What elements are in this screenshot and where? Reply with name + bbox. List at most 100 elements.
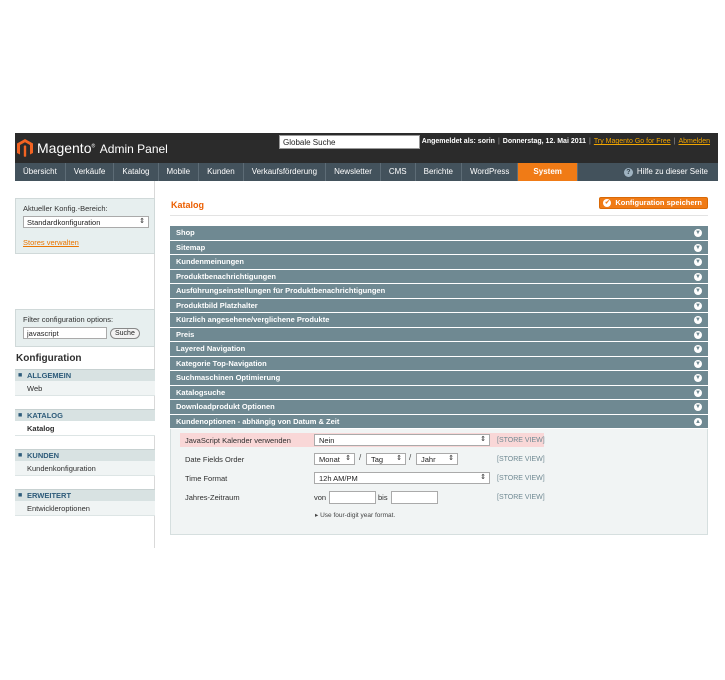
- logo-suffix: Admin Panel: [99, 142, 168, 156]
- scope-select-value: Standardkonfiguration: [27, 218, 101, 227]
- year-to-input[interactable]: [391, 491, 438, 504]
- config-item-entwickleroptionen[interactable]: Entwickleroptionen: [15, 501, 155, 516]
- date-month-value: Monat: [319, 455, 340, 464]
- group-preis[interactable]: Preis ▼: [170, 327, 708, 342]
- date-year-value: Jahr: [421, 455, 436, 464]
- group-shop[interactable]: Shop ▼: [170, 226, 708, 241]
- scope-tag: [STORE VIEW]: [497, 455, 545, 463]
- config-item-kundenkonfiguration[interactable]: Kundenkonfiguration: [15, 461, 155, 476]
- select-arrows-icon: ⇕: [480, 436, 486, 443]
- group-kuerzlich-angesehene[interactable]: Kürzlich angesehene/verglichene Produkte…: [170, 313, 708, 328]
- date-day-select[interactable]: Tag ⇕: [366, 453, 406, 465]
- save-config-button[interactable]: ✔ Konfiguration speichern: [599, 197, 708, 209]
- nav-item-verkaufsfoerderung[interactable]: Verkaufsförderung: [244, 163, 327, 181]
- expand-icon: ▼: [694, 229, 702, 237]
- scope-switcher: Aktueller Konfig.-Bereich: Standardkonfi…: [15, 198, 155, 254]
- group-label: Kürzlich angesehene/verglichene Produkte: [176, 315, 330, 324]
- group-suchmaschinen-optimierung[interactable]: Suchmaschinen Optimierung ▼: [170, 371, 708, 386]
- expand-icon: ▼: [694, 359, 702, 368]
- group-downloadprodukt-optionen[interactable]: Downloadprodukt Optionen ▼: [170, 400, 708, 415]
- nav-item-uebersicht[interactable]: Übersicht: [15, 163, 66, 181]
- date-order-label: Date Fields Order: [185, 454, 245, 464]
- nav-item-wordpress[interactable]: WordPress: [462, 163, 519, 181]
- config-section-allgemein: ■ ALLGEMEIN Web: [15, 369, 155, 396]
- admin-app: Magento® Admin Panel Angemeldet als: sor…: [15, 133, 718, 548]
- separator: |: [673, 138, 676, 145]
- group-label: Kundenoptionen - abhängig von Datum & Ze…: [176, 416, 340, 426]
- select-arrows-icon: ⇕: [480, 474, 486, 481]
- nav-item-katalog[interactable]: Katalog: [114, 163, 159, 181]
- nav-item-mobile[interactable]: Mobile: [159, 163, 200, 181]
- select-arrows-icon: ⇕: [448, 455, 454, 462]
- section-head: ■ KUNDEN: [15, 449, 155, 461]
- row-js-calendar: JavaScript Kalender verwenden Nein ⇕ [ST…: [180, 433, 545, 447]
- date-year-select[interactable]: Jahr ⇕: [416, 453, 458, 465]
- help-label: Hilfe zu dieser Seite: [636, 167, 708, 176]
- group-sitemap[interactable]: Sitemap ▼: [170, 240, 708, 255]
- date-separator: /: [359, 453, 362, 462]
- divider: [170, 215, 708, 216]
- year-range-label: Jahres-Zeitraum: [185, 492, 240, 502]
- config-item-katalog[interactable]: Katalog: [15, 421, 155, 436]
- section-head: ■ ALLGEMEIN: [15, 369, 155, 381]
- group-layered-navigation[interactable]: Layered Navigation ▼: [170, 342, 708, 357]
- check-icon: ✔: [603, 199, 612, 207]
- expand-icon: ▼: [694, 287, 702, 295]
- expand-icon: ▼: [694, 330, 702, 339]
- year-from-input[interactable]: [329, 491, 376, 504]
- bullet-icon: ■: [18, 492, 23, 499]
- config-section-katalog: ■ KATALOG Katalog: [15, 409, 155, 436]
- expand-icon: ▼: [694, 345, 702, 353]
- to-label: bis: [378, 493, 388, 502]
- filter-row: Suche: [23, 327, 147, 339]
- logout-link[interactable]: Abmelden: [678, 138, 710, 145]
- stores-manage-link[interactable]: Stores verwalten: [23, 238, 147, 247]
- group-kundenoptionen-datum-zeit[interactable]: Kundenoptionen - abhängig von Datum & Ze…: [170, 414, 708, 429]
- magento-logo[interactable]: Magento® Admin Panel: [17, 137, 168, 159]
- group-produktbenachrichtigungen[interactable]: Produktbenachrichtigungen ▼: [170, 269, 708, 284]
- group-produktbild-platzhalter[interactable]: Produktbild Platzhalter ▼: [170, 298, 708, 313]
- section-head-label: ALLGEMEIN: [27, 371, 72, 380]
- filter-search-button[interactable]: Suche: [110, 327, 140, 339]
- global-search-input[interactable]: [279, 135, 420, 149]
- nav-item-verkaeufe[interactable]: Verkäufe: [66, 163, 115, 181]
- group-katalogsuche[interactable]: Katalogsuche ▼: [170, 385, 708, 400]
- select-arrows-icon: ⇕: [345, 455, 351, 462]
- scope-label: Aktueller Konfig.-Bereich:: [23, 204, 108, 213]
- date-text: Donnerstag, 12. Mai 2011: [502, 138, 587, 145]
- time-format-select[interactable]: 12h AM/PM ⇕: [314, 472, 490, 484]
- expand-icon: ▼: [694, 301, 702, 310]
- nav-item-kunden[interactable]: Kunden: [199, 163, 244, 181]
- date-month-select[interactable]: Monat ⇕: [314, 453, 355, 465]
- filter-input[interactable]: [23, 327, 107, 339]
- logo-brand: Magento: [37, 140, 92, 156]
- group-label: Layered Navigation: [176, 344, 246, 353]
- config-title: Konfiguration: [16, 353, 82, 364]
- group-label: Preis: [176, 329, 195, 339]
- config-item-web[interactable]: Web: [15, 381, 155, 396]
- date-day-value: Tag: [371, 455, 384, 464]
- collapse-icon: ▲: [694, 417, 702, 426]
- help-link[interactable]: ? Hilfe zu dieser Seite: [623, 163, 708, 181]
- group-label: Shop: [176, 228, 195, 237]
- nav-item-berichte[interactable]: Berichte: [416, 163, 462, 181]
- js-calendar-select[interactable]: Nein ⇕: [314, 434, 490, 446]
- row-year-range: Jahres-Zeitraum von bis [STORE VIEW]: [180, 490, 545, 504]
- scope-tag: [STORE VIEW]: [497, 436, 545, 444]
- section-head: ■ KATALOG: [15, 409, 155, 421]
- group-label: Sitemap: [176, 242, 206, 252]
- sidebar: Aktueller Konfig.-Bereich: Standardkonfi…: [15, 181, 155, 548]
- group-label: Kundenmeinungen: [176, 257, 244, 266]
- scope-select[interactable]: Standardkonfiguration ⇕: [23, 216, 149, 228]
- group-ausfuehrungseinstellungen[interactable]: Ausführungseinstellungen für Produktbena…: [170, 284, 708, 299]
- select-arrows-icon: ⇕: [139, 218, 145, 225]
- year-note: ▸ Use four-digit year format.: [315, 512, 396, 519]
- from-label: von: [314, 493, 327, 502]
- group-kundenmeinungen[interactable]: Kundenmeinungen ▼: [170, 255, 708, 270]
- nav-item-newsletter[interactable]: Newsletter: [326, 163, 381, 181]
- time-format-value: 12h AM/PM: [319, 474, 358, 483]
- try-magento-link[interactable]: Try Magento Go for Free: [594, 138, 671, 145]
- group-kategorie-top-navigation[interactable]: Kategorie Top-Navigation ▼: [170, 356, 708, 371]
- nav-item-cms[interactable]: CMS: [381, 163, 416, 181]
- nav-item-system[interactable]: System: [518, 163, 578, 181]
